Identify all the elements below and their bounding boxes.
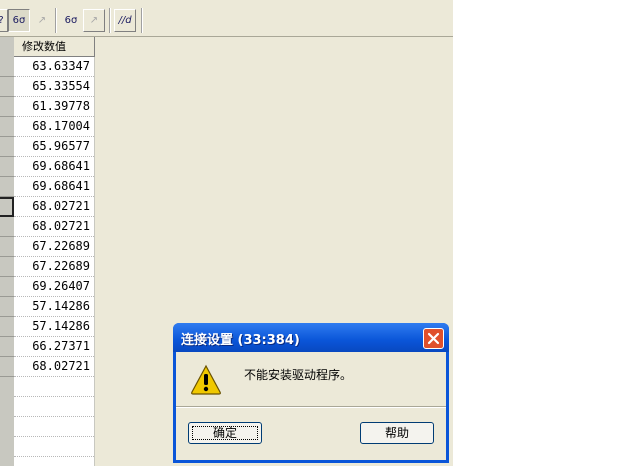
row-header[interactable] (0, 357, 14, 377)
chart-button[interactable]: //d (114, 9, 136, 32)
glasses-edit-button[interactable]: 6σ (60, 9, 82, 32)
table-cell[interactable] (14, 377, 94, 397)
column-header-modified-value[interactable]: 修改数值 (14, 37, 95, 57)
dialog-title-bar[interactable]: 连接设置 (33:384) (173, 323, 449, 352)
dialog-message: 不能安装驱动程序。 (244, 368, 353, 382)
table-cell[interactable]: 65.96577 (14, 137, 94, 157)
table-cell[interactable]: 65.33554 (14, 77, 94, 97)
table-cell[interactable]: 57.14286 (14, 297, 94, 317)
help-button[interactable]: 帮助 (360, 422, 434, 444)
revert-button[interactable]: ↗ (31, 9, 53, 32)
toolbar-separator (109, 8, 111, 33)
dialog-body: 不能安装驱动程序。 确定 帮助 (176, 352, 446, 460)
table-cell[interactable]: 57.14286 (14, 317, 94, 337)
table-cell[interactable]: 69.68641 (14, 157, 94, 177)
value-column: 63.63347 65.33554 61.39778 68.17004 65.9… (14, 57, 95, 466)
help-pointer-icon: ? (0, 15, 4, 26)
row-header[interactable] (0, 217, 14, 237)
row-header[interactable] (0, 117, 14, 137)
connection-settings-dialog: 连接设置 (33:384) 不能安装驱动程序。 确定 帮助 (173, 323, 449, 463)
table-cell[interactable]: 67.22689 (14, 237, 94, 257)
table-cell[interactable]: 67.22689 (14, 257, 94, 277)
row-header[interactable] (0, 277, 14, 297)
row-header[interactable] (0, 157, 14, 177)
glasses-icon: 6σ (12, 15, 26, 26)
table-cell[interactable]: 68.02721 (14, 357, 94, 377)
close-button[interactable] (423, 328, 444, 349)
row-header[interactable] (0, 97, 14, 117)
table-cell[interactable]: 63.63347 (14, 57, 94, 77)
pointer-button[interactable]: ? (0, 9, 8, 32)
table-cell[interactable]: 61.39778 (14, 97, 94, 117)
row-header[interactable] (0, 237, 14, 257)
toolbar-separator (55, 8, 57, 33)
row-header[interactable] (0, 177, 14, 197)
row-header[interactable] (0, 57, 14, 77)
table-cell[interactable] (14, 437, 94, 457)
table-cell[interactable]: 68.02721 (14, 197, 94, 217)
table-cell[interactable]: 69.68641 (14, 177, 94, 197)
close-icon (427, 332, 440, 345)
current-row-header[interactable] (0, 197, 14, 217)
table-cell[interactable] (14, 457, 94, 466)
row-header[interactable] (0, 137, 14, 157)
table-cell[interactable] (14, 417, 94, 437)
toolbar-separator (141, 8, 143, 33)
row-header[interactable] (0, 337, 14, 357)
warning-icon (191, 364, 221, 395)
table-cell[interactable] (14, 397, 94, 417)
row-gutter (0, 37, 14, 466)
arrow-icon: ↗ (89, 15, 99, 26)
row-header[interactable] (0, 77, 14, 97)
arrow-icon: ↗ (37, 15, 47, 26)
dialog-divider (176, 406, 446, 408)
glasses-edit-icon: 6σ (64, 15, 78, 26)
table-cell[interactable]: 66.27371 (14, 337, 94, 357)
ok-button[interactable]: 确定 (188, 422, 262, 444)
chart-icon: //d (118, 15, 132, 26)
table-cell[interactable]: 69.26407 (14, 277, 94, 297)
row-header[interactable] (0, 297, 14, 317)
table-cell[interactable]: 68.02721 (14, 217, 94, 237)
glasses-view-button[interactable]: 6σ (8, 9, 30, 32)
row-header[interactable] (0, 317, 14, 337)
toolbar: ? 6σ ↗ 6σ ↗ //d (0, 0, 453, 37)
dialog-title: 连接设置 (33:384) (181, 333, 300, 348)
row-header[interactable] (0, 257, 14, 277)
table-cell[interactable]: 68.17004 (14, 117, 94, 137)
restore-button[interactable]: ↗ (83, 9, 105, 32)
